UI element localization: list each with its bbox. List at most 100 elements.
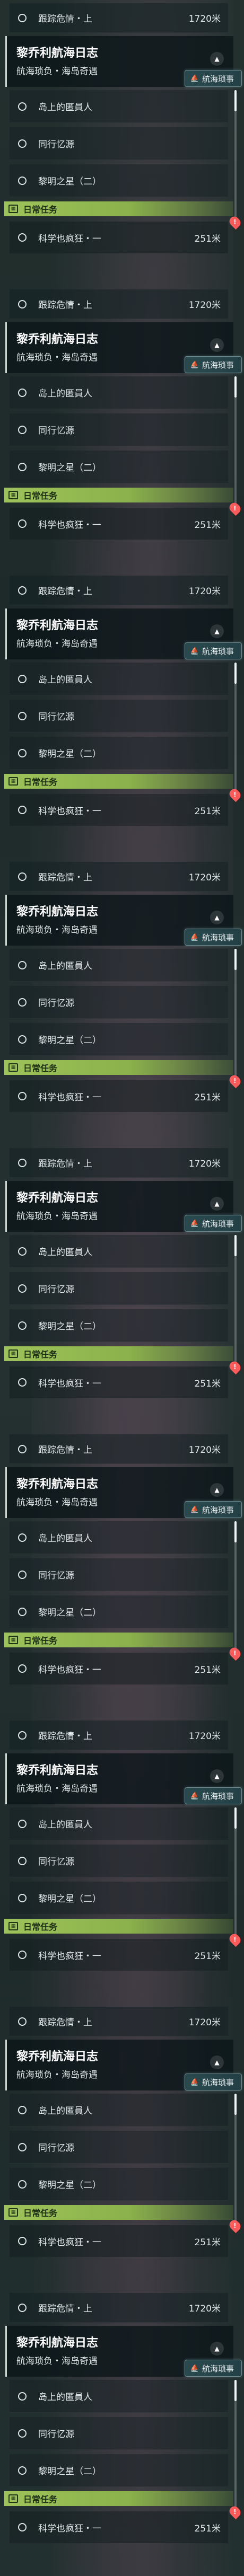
daily-task-name: 科学也疯狂・一 [38,519,101,531]
sub-quest-item[interactable]: 黎明之星（二） [10,1309,228,1342]
daily-task-row[interactable]: 科学也疯狂・一 251米 ! [10,1359,243,1398]
scrollbar[interactable] [234,949,237,1081]
daily-task-row[interactable]: 科学也疯狂・一 251米 ! [10,2218,243,2257]
circle-icon [18,13,27,22]
chevron-up-icon[interactable]: ▲ [210,1769,224,1783]
scrollbar-thumb[interactable] [234,376,237,398]
exclamation-marker-icon: ! [227,2504,243,2520]
scrollbar[interactable] [234,1235,237,1368]
scrollbar-thumb[interactable] [234,663,237,684]
sub-quest-item[interactable]: 同行忆源 [10,1272,228,1305]
daily-task-row[interactable]: 科学也疯狂・一 251米 ! [10,787,243,826]
chevron-up-icon[interactable]: ▲ [210,911,224,924]
circle-icon [18,519,27,528]
tracked-quest-row[interactable]: 跟踪危情・上 1720米 [10,1721,228,1750]
sub-quest-item[interactable]: 黎明之星（二） [10,1023,228,1056]
scrollbar[interactable] [234,1521,237,1654]
daily-task-header: ▦ 日常任务 [4,2205,233,2220]
quest-header[interactable]: 黎乔利航海日志 航海琐负・海岛奇遇 ▲ ⛵ 航海琐事 [5,2040,242,2090]
daily-task-row[interactable]: 科学也疯狂・一 251米 ! [10,1645,243,1684]
sub-quest-item[interactable]: 岛上的匿員人 [10,1521,228,1554]
tracked-quest-row[interactable]: 跟踪危情・上 1720米 [10,862,228,892]
quest-panel: 跟踪危情・上 1720米 黎乔利航海日志 航海琐负・海岛奇遇 ▲ ⛵ 航海琐事 … [0,0,244,286]
sub-quest-item[interactable]: 黎明之星（二） [10,2454,228,2487]
sub-quest-item[interactable]: 岛上的匿員人 [10,2380,228,2413]
chevron-up-icon[interactable]: ▲ [210,2055,224,2069]
sub-quest-item[interactable]: 同行忆源 [10,1558,228,1591]
daily-task-label: 日常任务 [23,2208,58,2218]
chevron-up-icon[interactable]: ▲ [210,52,224,66]
chevron-up-icon[interactable]: ▲ [210,624,224,638]
quest-header[interactable]: 黎乔利航海日志 航海琐负・海岛奇遇 ▲ ⛵ 航海琐事 [5,895,242,946]
sub-quest-item[interactable]: 同行忆源 [10,413,228,446]
scrollbar[interactable] [234,1807,237,1940]
sub-quest-item[interactable]: 岛上的匿員人 [10,1235,228,1268]
chevron-up-icon[interactable]: ▲ [210,2342,224,2356]
tracked-quest-row[interactable]: 跟踪危情・上 1720米 [10,3,228,33]
sub-quest-item[interactable]: 同行忆源 [10,2131,228,2164]
daily-task-header: ▦ 日常任务 [4,1633,233,1647]
tracked-quest-distance: 1720米 [188,586,221,597]
tracked-quest-row[interactable]: 跟踪危情・上 1720米 [10,576,228,605]
quest-header[interactable]: 黎乔利航海日志 航海琐负・海岛奇遇 ▲ ⛵ 航海琐事 [5,322,242,373]
chevron-up-icon[interactable]: ▲ [210,1483,224,1497]
scrollbar-thumb[interactable] [234,1521,237,1542]
quest-header[interactable]: 黎乔利航海日志 航海琐负・海岛奇遇 ▲ ⛵ 航海琐事 [5,1181,242,1232]
sub-quest-item[interactable]: 同行忆源 [10,700,228,733]
scrollbar-thumb[interactable] [234,90,237,111]
daily-task-row[interactable]: 科学也疯狂・一 251米 ! [10,2504,243,2543]
sub-quest-item[interactable]: 黎明之星（二） [10,164,228,197]
scrollbar-thumb[interactable] [234,949,237,970]
daily-task-label: 日常任务 [23,1922,58,1932]
sub-quest-item[interactable]: 岛上的匿員人 [10,376,228,409]
chevron-up-icon[interactable]: ▲ [210,1197,224,1211]
sub-quest-item[interactable]: 同行忆源 [10,1845,228,1877]
scrollbar[interactable] [234,376,237,509]
tracked-quest-row[interactable]: 跟踪危情・上 1720米 [10,2293,228,2323]
circle-icon [18,2105,27,2114]
quest-title: 黎乔利航海日志 [16,905,99,919]
sub-quest-label: 岛上的匿員人 [38,1533,92,1544]
sub-quest-item[interactable]: 黎明之星（二） [10,1595,228,1628]
tracked-quest-row[interactable]: 跟踪危情・上 1720米 [10,2007,228,2036]
sub-quest-item[interactable]: 岛上的匿員人 [10,1807,228,1840]
scrollbar-thumb[interactable] [234,2094,237,2115]
quest-header[interactable]: 黎乔利航海日志 航海琐负・海岛奇遇 ▲ ⛵ 航海琐事 [5,2326,242,2377]
scrollbar[interactable] [234,663,237,795]
scrollbar[interactable] [234,2380,237,2512]
quest-header[interactable]: 黎乔利航海日志 航海琐负・海岛奇遇 ▲ ⛵ 航海琐事 [5,1467,242,1518]
sub-quest-item[interactable]: 同行忆源 [10,2417,228,2450]
scrollbar[interactable] [234,2094,237,2226]
sub-quest-item[interactable]: 黎明之星（二） [10,451,228,483]
daily-task-row[interactable]: 科学也疯狂・一 251米 ! [10,1073,243,1112]
chevron-up-icon[interactable]: ▲ [210,338,224,352]
quest-panel: 跟踪危情・上 1720米 黎乔利航海日志 航海琐负・海岛奇遇 ▲ ⛵ 航海琐事 … [0,1145,244,1431]
scrollbar-thumb[interactable] [234,1807,237,1829]
daily-task-row[interactable]: 科学也疯狂・一 251米 ! [10,214,243,253]
tracked-quest-row[interactable]: 跟踪危情・上 1720米 [10,1148,228,1178]
sub-quest-item[interactable]: 同行忆源 [10,986,228,1019]
sub-quest-item[interactable]: 岛上的匿員人 [10,663,228,695]
daily-task-header: ▦ 日常任务 [4,1060,233,1075]
sub-quest-item[interactable]: 岛上的匿員人 [10,2094,228,2127]
quest-header[interactable]: 黎乔利航海日志 航海琐负・海岛奇遇 ▲ ⛵ 航海琐事 [5,1753,242,1804]
quest-header[interactable]: 黎乔利航海日志 航海琐负・海岛奇遇 ▲ ⛵ 航海琐事 [5,36,242,87]
tracked-quest-row[interactable]: 跟踪危情・上 1720米 [10,1434,228,1464]
sub-quest-item[interactable]: 黎明之星（二） [10,1882,228,1915]
scrollbar[interactable] [234,90,237,223]
sub-quest-item[interactable]: 同行忆源 [10,127,228,160]
scrollbar-thumb[interactable] [234,2380,237,2401]
sub-quest-item[interactable]: 岛上的匿員人 [10,949,228,982]
circle-icon [18,2303,27,2312]
circle-icon [18,806,27,814]
quest-header[interactable]: 黎乔利航海日志 航海琐负・海岛奇遇 ▲ ⛵ 航海琐事 [5,608,242,659]
sub-quest-item[interactable]: 黎明之星（二） [10,737,228,770]
daily-task-row[interactable]: 科学也疯狂・一 251米 ! [10,1931,243,1971]
daily-task-row[interactable]: 科学也疯狂・一 251米 ! [10,500,243,540]
tracked-quest-distance: 1720米 [188,14,221,24]
sub-quest-item[interactable]: 黎明之星（二） [10,2168,228,2201]
sub-quest-item[interactable]: 岛上的匿員人 [10,90,228,123]
quest-subtitle: 航海琐负・海岛奇遇 [16,1497,98,1508]
scrollbar-thumb[interactable] [234,1235,237,1256]
tracked-quest-row[interactable]: 跟踪危情・上 1720米 [10,289,228,319]
